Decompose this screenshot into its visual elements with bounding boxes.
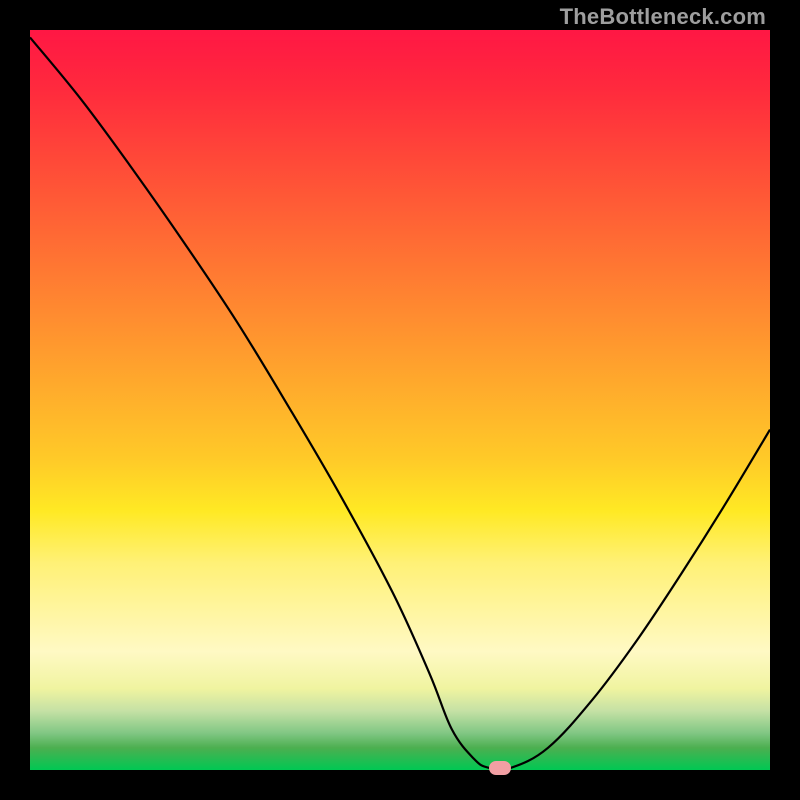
chart-container: TheBottleneck.com xyxy=(0,0,800,800)
bottleneck-curve xyxy=(30,37,770,769)
optimum-marker xyxy=(489,761,511,775)
watermark-label: TheBottleneck.com xyxy=(560,4,766,30)
curve-svg xyxy=(30,30,770,770)
plot-area xyxy=(30,30,770,770)
